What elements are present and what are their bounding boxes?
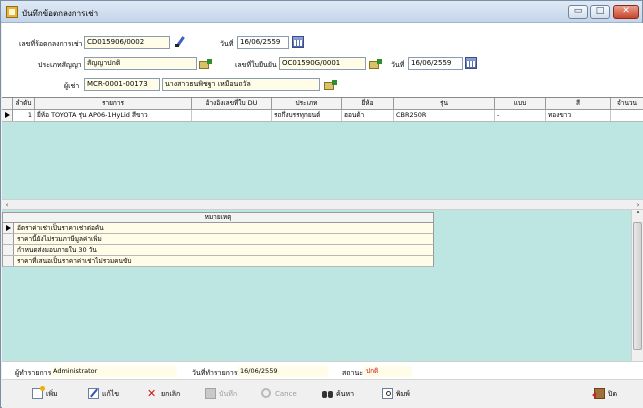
- col-header[interactable]: รุ่น: [394, 98, 495, 110]
- cell-type[interactable]: รถกึ่งบรรทุกยนต์: [272, 110, 342, 121]
- date-label: วันที่: [220, 40, 234, 48]
- cell-qty[interactable]: [611, 110, 643, 121]
- scroll-down-icon[interactable]: ˅: [633, 210, 643, 220]
- vertical-scrollbar[interactable]: ˄ ˅: [631, 210, 643, 361]
- app-icon: [6, 6, 18, 18]
- cell-style[interactable]: -: [495, 110, 546, 121]
- horizontal-scrollbar[interactable]: ‹ ›: [2, 199, 643, 210]
- undo-icon: [261, 388, 271, 398]
- header-marker-cell: [2, 98, 13, 110]
- print-preview-icon: [382, 388, 393, 399]
- booking-date-label: วันที่: [391, 61, 405, 69]
- calendar-icon[interactable]: [292, 36, 304, 48]
- booking-no-label: เลขที่ใบยืนยัน: [235, 61, 277, 69]
- current-row-marker-icon: [2, 110, 13, 121]
- cell-brand[interactable]: ฮอนด้า: [342, 110, 394, 121]
- title-bar: บันทึกข้อตกลงการเช่า ▭ □ ✕: [1, 1, 642, 23]
- record-date-label: วันที่ทำรายการ: [192, 369, 238, 377]
- notes-grid[interactable]: หมายเหตุ อัตราค่าเช่าเป็นราคาเช่าต่อคัน …: [2, 212, 434, 272]
- status-bar: ผู้ทำรายการ Administrator วันที่ทำรายการ…: [2, 361, 643, 379]
- tenant-code-field[interactable]: MCR-0001-00173: [84, 78, 160, 91]
- notes-area: หมายเหตุ อัตราค่าเช่าเป็นราคาเช่าต่อคัน …: [2, 210, 643, 361]
- col-header[interactable]: แบบ: [495, 98, 546, 110]
- recorder-label: ผู้ทำรายการ: [15, 369, 52, 377]
- note-text: ราคาที่เสนอเป็นราคาค่าเช่าไม่รวมคนขับ: [17, 257, 132, 265]
- contract-type-field[interactable]: สัญญาปกติ: [84, 57, 197, 70]
- col-header[interactable]: รายการ: [35, 98, 192, 110]
- col-header[interactable]: สี: [546, 98, 611, 110]
- cancel-button-label: Cance: [275, 390, 297, 398]
- edit-button-label: แก้ไข: [102, 390, 120, 398]
- agreement-no-label: เลขที่ร้อตกลงการเช่า: [19, 40, 83, 48]
- minimize-button[interactable]: ▭: [568, 5, 588, 19]
- row-marker: [3, 256, 14, 266]
- list-item[interactable]: อัตราค่าเช่าเป็นราคาเช่าต่อคัน: [2, 223, 434, 234]
- tenant-name-field: นางสาวธนพิชฐา เหมือนถวัล: [162, 78, 320, 91]
- search-button-label: ค้นหา: [336, 390, 355, 398]
- col-header[interactable]: อ้างอิงเลขที่ใบ DU: [192, 98, 272, 110]
- note-text: ราคานี้ยังไม่รวมภาษีมูลค่าเพิ่ม: [17, 235, 102, 243]
- print-button-label: พิมพ์: [396, 390, 410, 398]
- close-window-button[interactable]: ✕: [613, 5, 639, 19]
- red-x-icon: ✕: [147, 387, 157, 400]
- items-grid-header: ลำดับ รายการ อ้างอิงเลขที่ใบ DU ประเภท ย…: [2, 98, 643, 110]
- note-text: อัตราค่าเช่าเป็นราคาเช่าต่อคัน: [17, 224, 104, 232]
- rental-agreement-window: บันทึกข้อตกลงการเช่า ▭ □ ✕ เลขที่ร้อตกลง…: [0, 0, 643, 408]
- col-header[interactable]: ประเภท: [272, 98, 342, 110]
- table-row[interactable]: 1 ยี่ห้อ TOYOTA รุ่น AP06-1HyLid สีขาว ร…: [2, 110, 643, 122]
- list-item[interactable]: ราคานี้ยังไม่รวมภาษีมูลค่าเพิ่ม: [2, 234, 434, 245]
- booking-date-field[interactable]: 16/06/2559: [408, 57, 463, 70]
- new-document-icon: [32, 386, 45, 399]
- list-item[interactable]: ราคาที่เสนอเป็นราคาค่าเช่าไม่รวมคนขับ: [2, 256, 434, 267]
- state-badge: ปกติ: [364, 366, 412, 377]
- action-toolbar: เพิ่ม แก้ไข ✕ ยกเลิก บันทึก Cance ค้นหา …: [2, 379, 643, 408]
- col-header[interactable]: จำนวน: [611, 98, 643, 110]
- current-row-marker-icon: [3, 223, 14, 233]
- col-header[interactable]: ยี่ห้อ: [342, 98, 394, 110]
- notes-header[interactable]: หมายเหตุ: [2, 212, 434, 223]
- close-button-label: ปิด: [608, 390, 617, 398]
- save-disk-icon: [205, 388, 216, 399]
- cancel-document-label: ยกเลิก: [161, 390, 181, 398]
- contract-type-label: ประเภทสัญญา: [38, 61, 82, 69]
- note-text: กำหนดส่งมอบภายใน 30 วัน: [17, 246, 97, 254]
- scroll-right-icon[interactable]: ›: [633, 200, 643, 210]
- list-item[interactable]: กำหนดส่งมอบภายใน 30 วัน: [2, 245, 434, 256]
- cell-item[interactable]: ยี่ห้อ TOYOTA รุ่น AP06-1HyLid สีขาว: [35, 110, 192, 121]
- cell-model[interactable]: CBR250R: [394, 110, 495, 121]
- header-form: เลขที่ร้อตกลงการเช่า CD015906/0002 วันที…: [2, 23, 643, 97]
- edit-icon: [88, 388, 99, 399]
- tenant-label: ผู้เช่า: [64, 82, 80, 90]
- cell-color[interactable]: ทองขาว: [546, 110, 611, 121]
- scroll-thumb[interactable]: [633, 222, 642, 350]
- save-button-label: บันทึก: [219, 390, 238, 398]
- lookup-folder-icon[interactable]: [324, 80, 337, 91]
- binoculars-icon: [322, 388, 333, 399]
- row-marker: [3, 234, 14, 244]
- record-date-value: 16/06/2559: [238, 366, 328, 377]
- items-grid[interactable]: ลำดับ รายการ อ้างอิงเลขที่ใบ DU ประเภท ย…: [2, 97, 643, 199]
- scroll-left-icon[interactable]: ‹: [2, 200, 12, 210]
- col-header[interactable]: ลำดับ: [13, 98, 35, 110]
- maximize-button[interactable]: □: [590, 5, 610, 19]
- state-label: สถานะ: [342, 369, 363, 377]
- lookup-folder-icon[interactable]: [199, 59, 212, 70]
- booking-no-field[interactable]: OC01590G/0001: [279, 57, 366, 70]
- cell-seq[interactable]: 1: [13, 110, 35, 121]
- exit-door-icon: [592, 388, 605, 399]
- pen-icon[interactable]: [174, 36, 186, 48]
- add-button-label: เพิ่ม: [46, 390, 58, 398]
- recorder-value: Administrator: [51, 366, 177, 377]
- lookup-folder-icon[interactable]: [369, 59, 382, 70]
- agreement-no-field[interactable]: CD015906/0002: [84, 36, 170, 49]
- date-field[interactable]: 16/06/2559: [237, 36, 289, 49]
- window-title: บันทึกข้อตกลงการเช่า: [22, 9, 99, 18]
- cell-ref[interactable]: [192, 110, 272, 121]
- row-marker: [3, 245, 14, 255]
- calendar-icon[interactable]: [465, 57, 477, 69]
